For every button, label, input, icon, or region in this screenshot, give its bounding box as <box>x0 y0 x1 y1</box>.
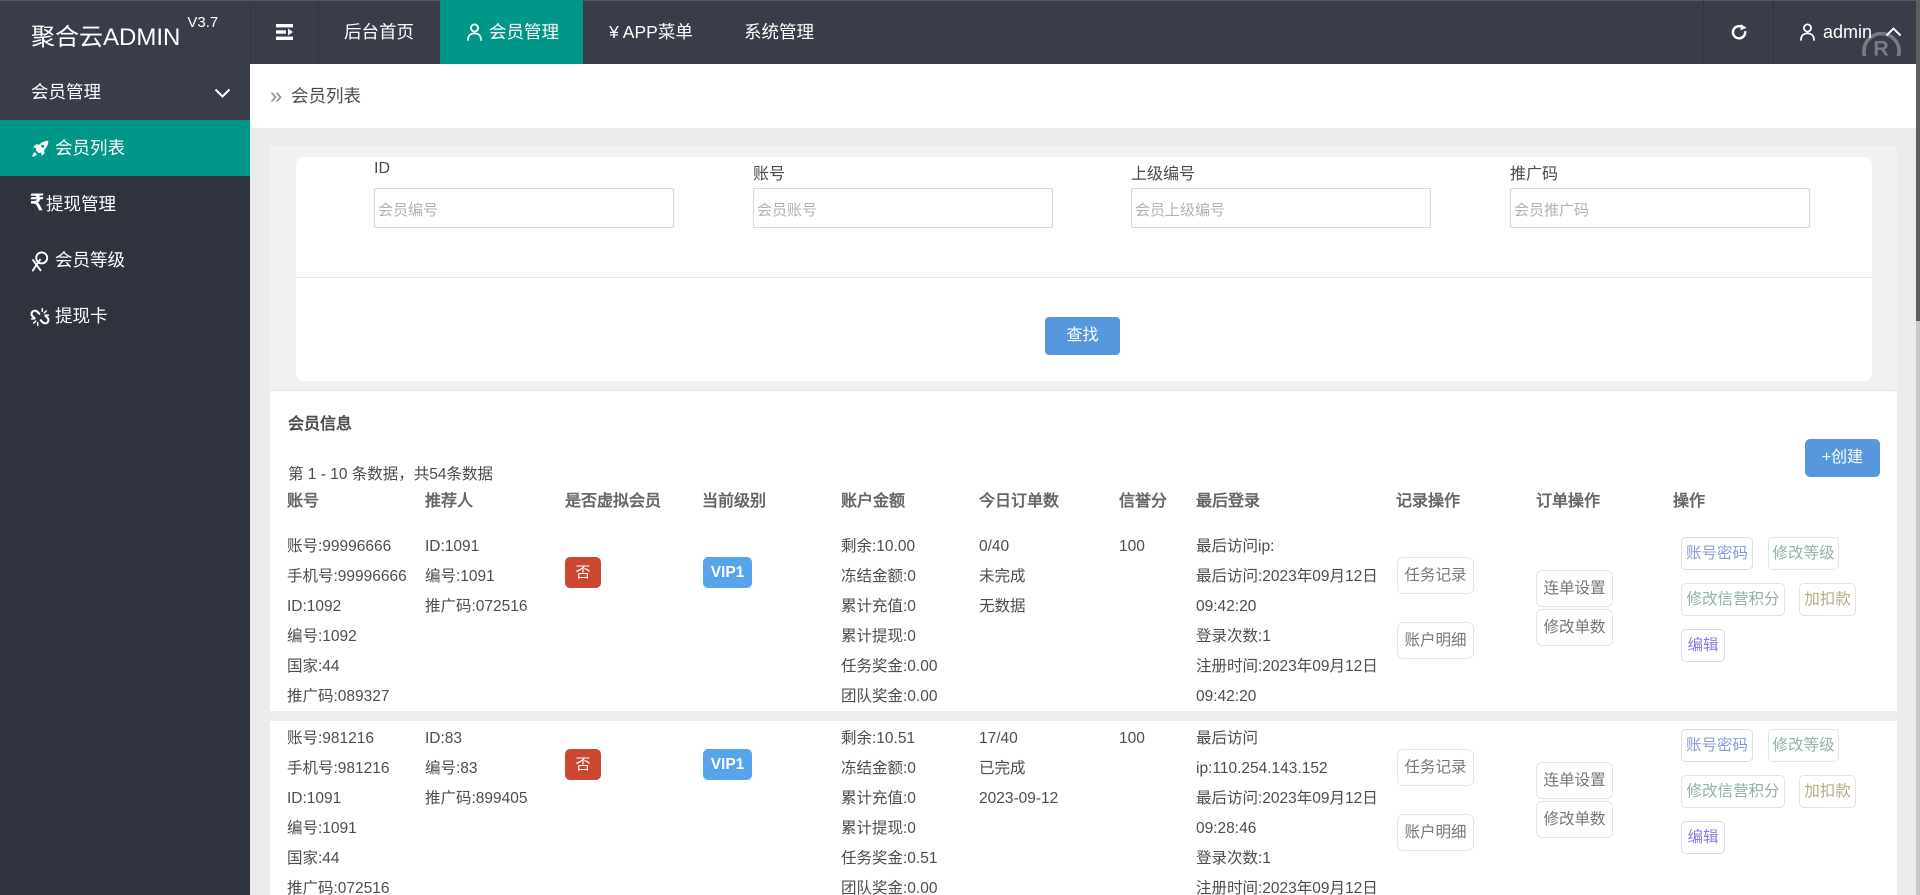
svg-text:R: R <box>1873 36 1889 56</box>
